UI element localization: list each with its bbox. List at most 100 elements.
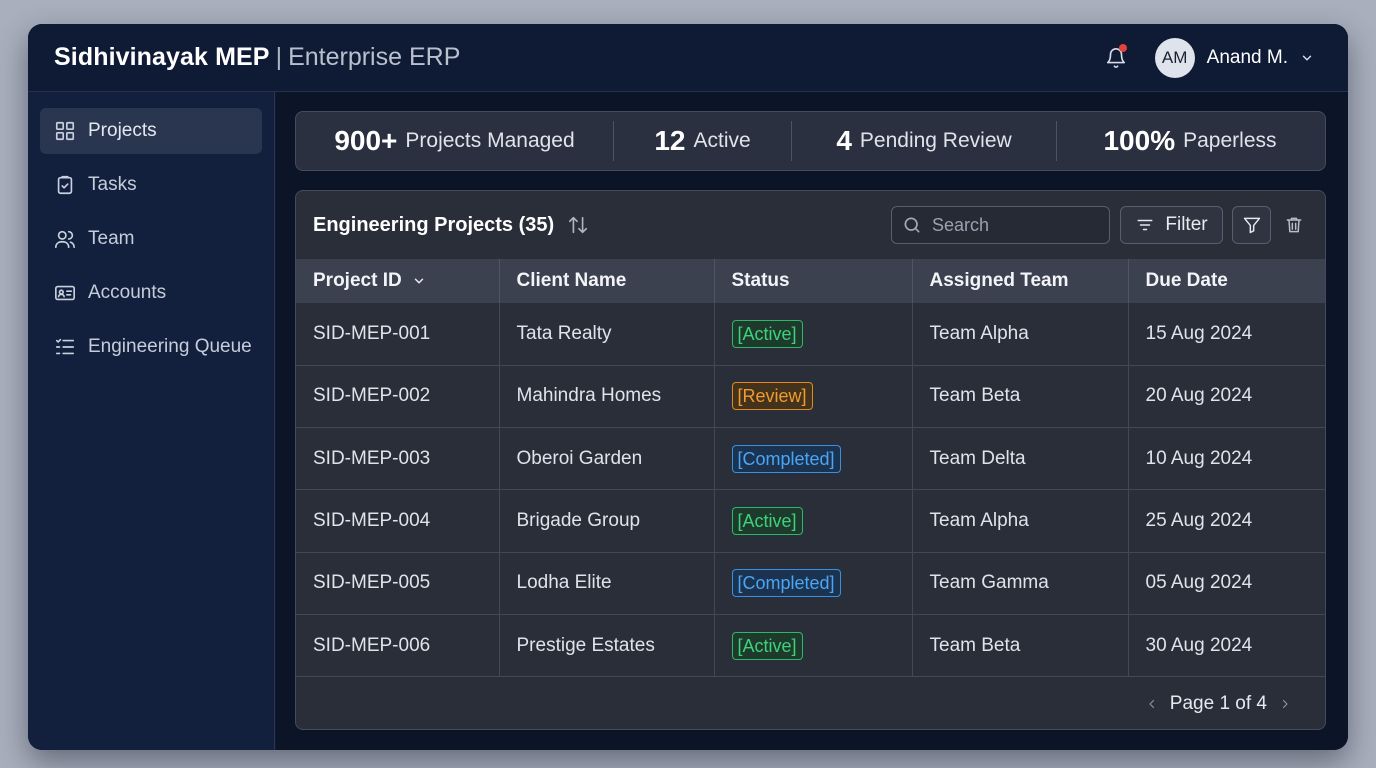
table-row[interactable]: SID-MEP-006 Prestige Estates [Active] Te… bbox=[296, 614, 1325, 677]
table-row[interactable]: SID-MEP-002 Mahindra Homes [Review] Team… bbox=[296, 365, 1325, 428]
panel-tools: Filter bbox=[891, 206, 1309, 244]
status-badge: [Completed] bbox=[731, 444, 841, 473]
cell-status: [Active] bbox=[714, 303, 913, 366]
cell-status: [Completed] bbox=[714, 552, 913, 615]
status-badge: [Active] bbox=[731, 319, 803, 348]
table-row[interactable]: SID-MEP-003 Oberoi Garden [Completed] Te… bbox=[296, 427, 1325, 490]
cell-assigned-team: Team Gamma bbox=[912, 552, 1129, 615]
sidebar-item-label: Accounts bbox=[88, 282, 167, 303]
stats-bar: 900+ Projects Managed 12 Active 4 Pendin… bbox=[295, 111, 1326, 171]
cell-assigned-team: Team Alpha bbox=[912, 489, 1129, 553]
search-input[interactable] bbox=[932, 214, 1102, 236]
cell-status: [Active] bbox=[714, 489, 913, 553]
column-header-project-id[interactable]: Project ID bbox=[296, 259, 500, 303]
trash-icon bbox=[1286, 217, 1302, 233]
stat-value: 4 bbox=[836, 125, 852, 156]
notifications-button[interactable] bbox=[1103, 43, 1129, 72]
column-header-due-date[interactable]: Due Date bbox=[1128, 259, 1325, 303]
cell-status: [Active] bbox=[714, 614, 913, 677]
filter-label: Filter bbox=[1165, 214, 1208, 235]
search-icon bbox=[904, 217, 920, 233]
stat-paperless: 100% Paperless bbox=[1057, 112, 1323, 170]
notification-dot bbox=[1118, 43, 1127, 52]
chevron-left-icon[interactable] bbox=[1146, 696, 1158, 712]
table-row[interactable]: SID-MEP-004 Brigade Group [Active] Team … bbox=[296, 489, 1325, 553]
funnel-filter-button[interactable] bbox=[1232, 206, 1271, 244]
stat-value: 100% bbox=[1103, 125, 1176, 156]
search-box[interactable] bbox=[891, 206, 1110, 244]
users-icon bbox=[54, 228, 76, 250]
table-row[interactable]: SID-MEP-005 Lodha Elite [Completed] Team… bbox=[296, 552, 1325, 615]
cell-client-name: Tata Realty bbox=[499, 303, 715, 366]
cell-project-id: SID-MEP-003 bbox=[296, 427, 500, 490]
cell-due-date: 20 Aug 2024 bbox=[1145, 385, 1253, 407]
sidebar-item-projects[interactable]: Projects bbox=[40, 108, 262, 154]
stat-active: 12 Active bbox=[614, 112, 791, 170]
funnel-icon bbox=[1243, 217, 1260, 234]
status-badge: [Completed] bbox=[731, 569, 841, 598]
sidebar-item-label: Tasks bbox=[88, 174, 137, 195]
cell-due-date: 25 Aug 2024 bbox=[1145, 510, 1253, 532]
sidebar-item-label: Engineering Queue bbox=[88, 336, 252, 357]
sidebar-item-label: Projects bbox=[88, 120, 157, 141]
pagination: Page 1 of 4 bbox=[1134, 693, 1303, 715]
stat-pending-review: 4 Pending Review bbox=[792, 112, 1056, 170]
table-row[interactable]: SID-MEP-001 Tata Realty [Active] Team Al… bbox=[296, 303, 1325, 366]
stat-label: Paperless bbox=[1183, 129, 1277, 152]
checklist-icon bbox=[54, 336, 76, 358]
cell-project-id: SID-MEP-001 bbox=[296, 303, 500, 366]
id-card-icon bbox=[54, 282, 76, 304]
brand-separator: | bbox=[275, 43, 283, 71]
user-name[interactable]: Anand M. bbox=[1207, 47, 1288, 69]
cell-due-date: 15 Aug 2024 bbox=[1145, 322, 1253, 344]
stat-label: Pending Review bbox=[859, 129, 1012, 152]
sort-icon[interactable] bbox=[566, 214, 590, 236]
sidebar-item-team[interactable]: Team bbox=[40, 216, 262, 262]
status-badge: [Active] bbox=[731, 507, 803, 536]
sidebar-item-tasks[interactable]: Tasks bbox=[40, 162, 262, 208]
cell-project-id: SID-MEP-002 bbox=[296, 365, 500, 428]
projects-table: Project ID Client Name Status Assigned T… bbox=[296, 259, 1325, 677]
cell-assigned-team: Team Beta bbox=[912, 614, 1129, 677]
stat-label: Active bbox=[693, 129, 751, 152]
table-header-row: Project ID Client Name Status Assigned T… bbox=[296, 259, 1325, 303]
cell-project-id: SID-MEP-004 bbox=[296, 489, 500, 553]
sidebar: Projects Tasks Team Accounts Engineering… bbox=[28, 92, 275, 750]
sidebar-item-engineering-queue[interactable]: Engineering Queue bbox=[40, 324, 262, 370]
cell-status: [Review] bbox=[714, 365, 913, 428]
stat-value: 12 bbox=[654, 125, 686, 156]
column-header-label: Project ID bbox=[313, 270, 402, 291]
stat-projects-managed: 900+ Projects Managed bbox=[296, 112, 613, 170]
cell-project-id: SID-MEP-006 bbox=[296, 614, 500, 677]
status-badge: [Review] bbox=[731, 382, 813, 411]
delete-button[interactable] bbox=[1279, 206, 1309, 244]
column-header-status[interactable]: Status bbox=[714, 259, 913, 303]
chevron-down-icon[interactable] bbox=[412, 274, 426, 288]
cell-client-name: Prestige Estates bbox=[499, 614, 715, 677]
app-window: Sidhivinayak MEP | Enterprise ERP AM Ana… bbox=[28, 24, 1348, 750]
column-header-assigned-team[interactable]: Assigned Team bbox=[912, 259, 1129, 303]
panel-title: Engineering Projects (35) bbox=[313, 213, 555, 236]
chevron-right-icon[interactable] bbox=[1279, 696, 1291, 712]
projects-panel: Engineering Projects (35) Filter bbox=[295, 190, 1326, 730]
cell-assigned-team: Team Beta bbox=[912, 365, 1129, 428]
cell-client-name: Mahindra Homes bbox=[499, 365, 715, 428]
avatar[interactable]: AM bbox=[1154, 37, 1195, 78]
filter-lines-icon bbox=[1135, 216, 1155, 234]
column-header-client-name[interactable]: Client Name bbox=[499, 259, 715, 303]
cell-assigned-team: Team Delta bbox=[912, 427, 1129, 490]
stat-label: Projects Managed bbox=[405, 129, 575, 152]
cell-due-date: 10 Aug 2024 bbox=[1145, 447, 1253, 469]
brand-name: Sidhivinayak MEP bbox=[54, 43, 270, 71]
top-bar: Sidhivinayak MEP | Enterprise ERP AM Ana… bbox=[28, 24, 1348, 92]
page-indicator: Page 1 of 4 bbox=[1169, 693, 1267, 714]
cell-assigned-team: Team Alpha bbox=[912, 303, 1129, 366]
sidebar-item-accounts[interactable]: Accounts bbox=[40, 270, 262, 316]
sidebar-item-label: Team bbox=[88, 228, 135, 249]
main-content: 900+ Projects Managed 12 Active 4 Pendin… bbox=[276, 92, 1348, 750]
user-area: AM Anand M. bbox=[1103, 37, 1322, 78]
chevron-down-icon[interactable] bbox=[1300, 51, 1314, 65]
filter-button[interactable]: Filter bbox=[1120, 206, 1223, 244]
brand-subtitle: Enterprise ERP bbox=[288, 43, 461, 71]
cell-client-name: Brigade Group bbox=[499, 489, 715, 553]
